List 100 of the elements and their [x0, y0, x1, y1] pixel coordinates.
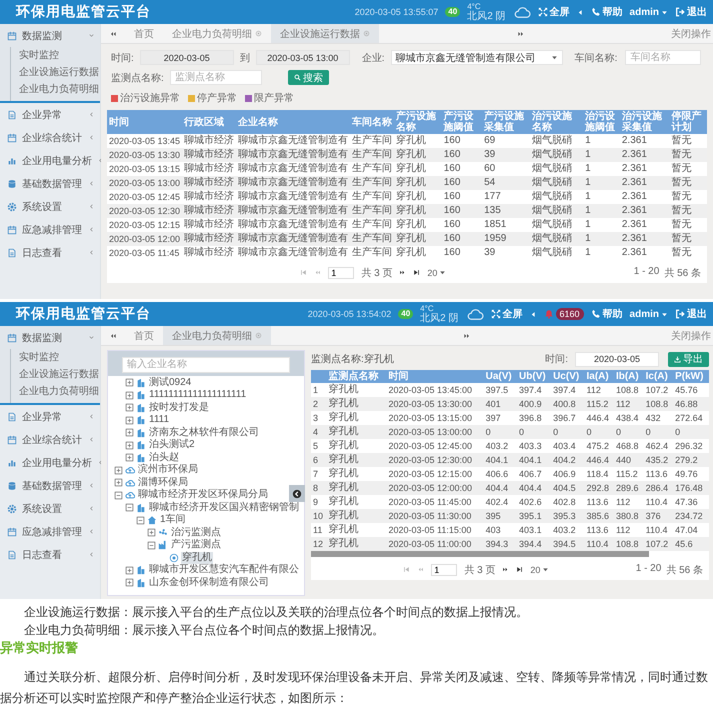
- logout-button[interactable]: 退出: [675, 5, 707, 19]
- sidebar-menu-item[interactable]: 企业用电量分析: [0, 149, 100, 172]
- table-cell: 穿孔机: [394, 176, 442, 190]
- expand-toggle-icon[interactable]: [125, 578, 134, 588]
- tree-item[interactable]: 聊城市经济开发区环保局分局: [137, 489, 269, 502]
- tree-item[interactable]: 11111111111111111111: [148, 389, 248, 402]
- help-link[interactable]: 帮助: [590, 5, 623, 19]
- help-link[interactable]: 帮助: [590, 307, 623, 321]
- tree-item[interactable]: 1111: [148, 414, 170, 426]
- expand-toggle-icon[interactable]: [147, 528, 156, 538]
- expand-toggle-icon[interactable]: [114, 466, 123, 475]
- tab[interactable]: 首页: [125, 326, 163, 345]
- sidebar-subitem[interactable]: 实时监控: [11, 349, 100, 366]
- table-cell: 生产车间: [350, 134, 394, 148]
- tab[interactable]: 企业电力负荷明细: [163, 326, 271, 345]
- calendar-icon: [7, 434, 17, 444]
- fullscreen-button[interactable]: 全屏: [538, 5, 570, 19]
- enterprise-search-field[interactable]: 输入企业名称: [122, 356, 290, 372]
- monitor-point-field[interactable]: 监测点名称: [170, 70, 262, 85]
- tree-item[interactable]: 1车间: [159, 514, 187, 526]
- expand-toggle-icon[interactable]: [125, 390, 134, 400]
- page-size-select[interactable]: 20: [530, 564, 550, 574]
- search-button[interactable]: 搜索: [288, 70, 329, 85]
- table-cell: 403.4: [551, 439, 584, 453]
- sidebar-menu-item[interactable]: 企业异常: [0, 405, 100, 428]
- tab[interactable]: 企业电力负荷明细: [163, 24, 271, 43]
- page-size-select[interactable]: 20: [427, 268, 446, 278]
- sidebar-subitem[interactable]: 企业电力负荷明细: [11, 383, 100, 400]
- sidebar-menu-item[interactable]: 应急减排管理: [0, 218, 100, 241]
- last-page-icon[interactable]: [516, 566, 524, 573]
- expand-toggle-icon[interactable]: [125, 453, 134, 462]
- last-page-icon[interactable]: [413, 269, 420, 276]
- expand-toggle-icon[interactable]: [125, 378, 134, 388]
- tree-item[interactable]: 产污监测点: [170, 539, 222, 552]
- sidebar-menu-item[interactable]: 基础数据管理: [0, 172, 100, 195]
- next-page-icon[interactable]: [502, 566, 510, 573]
- collapse-toggle-icon[interactable]: [114, 490, 123, 500]
- tree-item[interactable]: 穿孔机: [181, 552, 213, 564]
- horizontal-scrollbar[interactable]: [311, 551, 650, 557]
- close-tabs-menu[interactable]: 关闭操作: [671, 26, 713, 40]
- table-cell: 402.8: [551, 495, 584, 509]
- page-number-field[interactable]: 1: [431, 564, 458, 576]
- table-cell: 397.5: [484, 383, 518, 397]
- chevron-left-icon: [88, 413, 95, 420]
- end-date-field[interactable]: 2020-03-05 13:00: [256, 50, 350, 65]
- tree-item[interactable]: 济南东之林软件有限公司: [148, 426, 260, 439]
- collapse-toggle-icon[interactable]: [147, 540, 156, 550]
- sidebar-menu-item[interactable]: 企业用电量分析: [0, 451, 100, 474]
- user-menu[interactable]: admin: [630, 308, 668, 320]
- sidebar-menu-item[interactable]: 日志查看: [0, 543, 100, 566]
- expand-toggle-icon[interactable]: [125, 403, 134, 412]
- caret-left-icon[interactable]: [576, 8, 584, 16]
- sidebar-menu-item[interactable]: 基础数据管理: [0, 474, 100, 497]
- tree-item[interactable]: 山东金创环保制造有限公司: [148, 576, 270, 589]
- user-menu[interactable]: admin: [630, 6, 668, 18]
- workshop-field[interactable]: 车间名称: [625, 50, 702, 65]
- logout-button[interactable]: 退出: [675, 307, 707, 321]
- tree-item[interactable]: 治污监测点: [170, 526, 222, 539]
- collapse-panel-button[interactable]: [289, 485, 305, 502]
- date-field[interactable]: 2020-03-05: [575, 352, 659, 366]
- tree-item[interactable]: 按时发打发是: [148, 402, 210, 414]
- tree-item[interactable]: 滨州市环保局: [137, 464, 199, 476]
- tree-item[interactable]: 泊头赵: [148, 452, 180, 464]
- tab[interactable]: 企业设施运行数据: [271, 24, 379, 43]
- tree-item[interactable]: 淄博环保局: [137, 476, 189, 489]
- sidebar-menu-item[interactable]: 应急减排管理: [0, 520, 100, 543]
- sidebar-subitem[interactable]: 企业电力负荷明细: [11, 81, 100, 98]
- page-number-field[interactable]: 1: [328, 266, 354, 278]
- tree-item[interactable]: 聊城市经济开发区国兴精密钢管制: [148, 502, 300, 514]
- start-date-field[interactable]: 2020-03-05: [140, 50, 234, 65]
- expand-toggle-icon[interactable]: [125, 416, 134, 425]
- sidebar-menu-item[interactable]: 系统设置: [0, 195, 100, 218]
- enterprise-select[interactable]: 聊城市京鑫无缝管制造有限公司: [390, 50, 563, 65]
- caret-left-icon[interactable]: [530, 310, 537, 318]
- tree-item[interactable]: 测试0924: [148, 376, 192, 389]
- close-tabs-menu[interactable]: 关闭操作: [671, 328, 713, 342]
- sidebar-menu-item[interactable]: 数据监测: [0, 326, 100, 349]
- sidebar-subitem[interactable]: 企业设施运行数据: [11, 64, 100, 81]
- sidebar-menu-item[interactable]: 企业综合统计: [0, 126, 100, 149]
- expand-toggle-icon[interactable]: [114, 478, 123, 488]
- tree-item[interactable]: 泊头测试2: [148, 439, 196, 452]
- sidebar-menu-item[interactable]: 企业综合统计: [0, 428, 100, 451]
- fullscreen-button[interactable]: 全屏: [490, 307, 523, 321]
- scroll-left-icon[interactable]: [109, 30, 117, 38]
- sidebar-subitem[interactable]: 企业设施运行数据: [11, 366, 100, 383]
- sidebar-menu-item[interactable]: 系统设置: [0, 497, 100, 520]
- tab[interactable]: 首页: [125, 24, 163, 43]
- sidebar-menu-item[interactable]: 数据监测: [0, 24, 100, 47]
- expand-toggle-icon[interactable]: [125, 566, 134, 575]
- scroll-left-icon[interactable]: [109, 332, 117, 340]
- expand-toggle-icon[interactable]: [125, 428, 134, 438]
- export-button[interactable]: 导出: [668, 352, 709, 366]
- collapse-toggle-icon[interactable]: [136, 516, 145, 525]
- sidebar-menu-item[interactable]: 企业异常: [0, 103, 100, 126]
- next-page-icon[interactable]: [399, 269, 406, 276]
- tree-item[interactable]: 聊城市开发区慧安汽车配件有限公: [148, 564, 300, 576]
- expand-toggle-icon[interactable]: [125, 440, 134, 450]
- sidebar-menu-item[interactable]: 日志查看: [0, 241, 100, 264]
- collapse-toggle-icon[interactable]: [125, 503, 134, 512]
- sidebar-subitem[interactable]: 实时监控: [11, 47, 100, 64]
